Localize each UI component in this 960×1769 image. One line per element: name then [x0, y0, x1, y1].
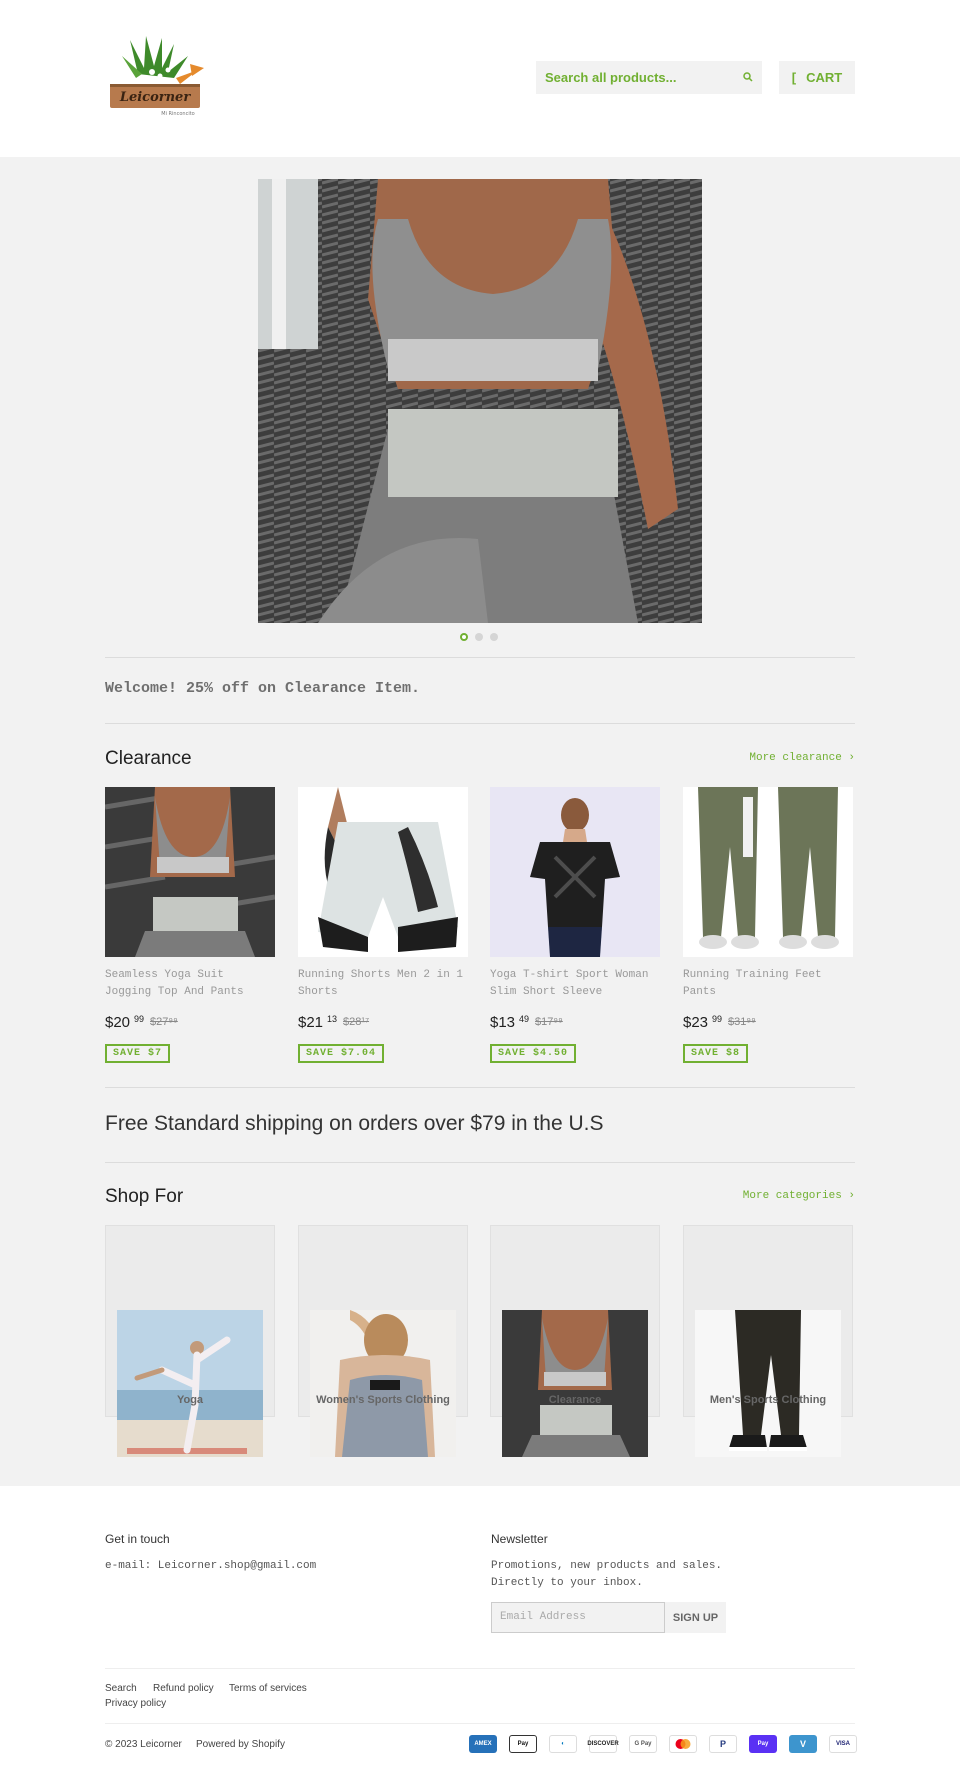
- more-categories-link[interactable]: More categories ›: [743, 1190, 855, 1202]
- site-footer: [0, 1486, 960, 1769]
- divider: [105, 1668, 855, 1669]
- product-title[interactable]: Seamless Yoga Suit Jogging Top And Pants: [105, 967, 275, 1001]
- category-image[interactable]: [117, 1310, 263, 1457]
- product-image[interactable]: [105, 787, 275, 957]
- shop-pay-icon: Pay: [749, 1735, 777, 1753]
- category-image[interactable]: [310, 1310, 456, 1457]
- search-input[interactable]: Search all products...: [545, 70, 743, 85]
- product-price: $23 99 $31⁹⁹: [683, 1014, 756, 1031]
- welcome-message: Welcome! 25% off on Clearance Item.: [105, 680, 421, 697]
- apple-pay-icon: Pay: [509, 1735, 537, 1753]
- divider: [105, 1723, 855, 1724]
- search-icon[interactable]: [743, 71, 753, 85]
- compare-price: $17⁹⁹: [535, 1016, 563, 1028]
- category-image[interactable]: [695, 1310, 841, 1457]
- contact-email[interactable]: e-mail: Leicorner.shop@gmail.com: [105, 1558, 316, 1575]
- newsletter-text: Promotions, new products and sales.: [491, 1560, 723, 1572]
- product-title[interactable]: Yoga T-shirt Sport Woman Slim Short Slee…: [490, 967, 660, 1001]
- product-price: $21 13 $28¹⁷: [298, 1014, 370, 1031]
- slideshow-dots: [460, 633, 498, 641]
- divider: [105, 657, 855, 658]
- compare-price: $28¹⁷: [343, 1016, 370, 1028]
- product-price: $20 99 $27⁹⁹: [105, 1014, 178, 1031]
- visa-icon: VISA: [829, 1735, 857, 1753]
- clearance-title: Clearance: [105, 748, 192, 769]
- category-label[interactable]: Clearance: [490, 1394, 660, 1406]
- more-clearance-link[interactable]: More clearance ›: [749, 752, 855, 764]
- slide-dot-1[interactable]: [460, 633, 468, 641]
- footer-link-refund[interactable]: Refund policy: [153, 1683, 214, 1694]
- category-label[interactable]: Yoga: [105, 1394, 275, 1406]
- shipping-banner: Free Standard shipping on orders over $7…: [105, 1112, 604, 1135]
- compare-price: $31⁹⁹: [728, 1016, 756, 1028]
- product-card[interactable]: Seamless Yoga Suit Jogging Top And Pants…: [105, 787, 275, 1063]
- signup-button[interactable]: SIGN UP: [665, 1602, 726, 1633]
- footer-link-terms[interactable]: Terms of services: [229, 1683, 307, 1694]
- product-image[interactable]: [298, 787, 468, 957]
- footer-link-privacy[interactable]: Privacy policy: [105, 1698, 166, 1709]
- product-image[interactable]: [490, 787, 660, 957]
- footer-link-search[interactable]: Search: [105, 1683, 137, 1694]
- hero-slide-image[interactable]: [258, 179, 702, 623]
- divider: [105, 1162, 855, 1163]
- product-title[interactable]: Running Shorts Men 2 in 1 Shorts: [298, 967, 468, 1001]
- slide-dot-3[interactable]: [490, 633, 498, 641]
- site-header: Leicorner Mi Rinconcito Search all produ…: [0, 0, 960, 157]
- category-label[interactable]: Women's Sports Clothing: [298, 1394, 468, 1406]
- product-card[interactable]: Yoga T-shirt Sport Woman Slim Short Slee…: [490, 787, 660, 1063]
- powered-by-link[interactable]: Powered by Shopify: [196, 1739, 285, 1750]
- cart-icon: [: [791, 70, 797, 85]
- cart-button[interactable]: [ CART: [779, 61, 855, 94]
- email-field[interactable]: Email Address: [491, 1602, 665, 1633]
- google-pay-icon: G Pay: [629, 1735, 657, 1753]
- product-card[interactable]: Running Training Feet Pants $23 99 $31⁹⁹ …: [683, 787, 853, 1063]
- product-image[interactable]: [683, 787, 853, 957]
- diners-icon: ◐: [549, 1735, 577, 1753]
- logo-text: Leicorner: [119, 90, 192, 105]
- slide-dot-2[interactable]: [475, 633, 483, 641]
- logo-subtext: Mi Rinconcito: [161, 111, 194, 117]
- divider: [105, 723, 855, 724]
- divider: [105, 1087, 855, 1088]
- newsletter-heading: Newsletter: [491, 1532, 548, 1546]
- product-title[interactable]: Running Training Feet Pants: [683, 967, 853, 1001]
- store-logo[interactable]: Leicorner Mi Rinconcito: [108, 34, 208, 122]
- newsletter-text: Directly to your inbox.: [491, 1577, 643, 1589]
- save-badge: SAVE $7.04: [298, 1044, 385, 1063]
- discover-icon: DISCOVER: [587, 1735, 619, 1753]
- contact-heading: Get in touch: [105, 1532, 170, 1546]
- cart-label: CART: [806, 70, 843, 85]
- product-price: $13 49 $17⁹⁹: [490, 1014, 563, 1031]
- save-badge: SAVE $8: [683, 1044, 749, 1063]
- category-image[interactable]: [502, 1310, 648, 1457]
- save-badge: SAVE $7: [105, 1044, 171, 1063]
- copyright: © 2023 Leicorner: [105, 1739, 182, 1750]
- product-card[interactable]: Running Shorts Men 2 in 1 Shorts $21 13 $…: [298, 787, 468, 1063]
- save-badge: SAVE $4.50: [490, 1044, 577, 1063]
- compare-price: $27⁹⁹: [150, 1016, 178, 1028]
- paypal-icon: P: [709, 1735, 737, 1753]
- search-bar[interactable]: Search all products...: [536, 61, 762, 94]
- category-label[interactable]: Men's Sports Clothing: [683, 1394, 853, 1406]
- mastercard-icon: [669, 1735, 697, 1753]
- venmo-icon: V: [789, 1735, 817, 1753]
- amex-icon: AMEX: [469, 1735, 497, 1753]
- shop-for-title: Shop For: [105, 1186, 184, 1207]
